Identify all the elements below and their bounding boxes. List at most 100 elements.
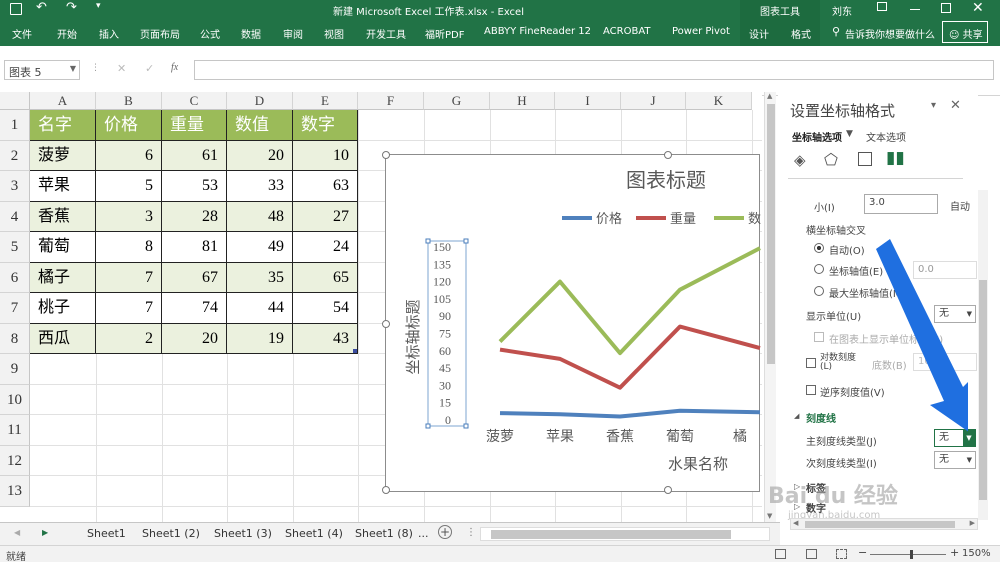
close-icon[interactable]: ✕ <box>972 0 984 16</box>
excel-save-icon[interactable] <box>10 3 22 15</box>
scroll-right-icon[interactable]: ▶ <box>970 519 975 527</box>
zoom-thumb[interactable] <box>910 550 913 559</box>
table-cell[interactable]: 24 <box>293 232 358 263</box>
tab-view[interactable]: 视图 <box>324 26 344 41</box>
tab-home[interactable]: 开始 <box>57 26 77 41</box>
formula-input[interactable] <box>194 60 994 80</box>
tab-abbyy[interactable]: ABBYY FineReader 12 <box>484 26 591 37</box>
zoom-in-icon[interactable]: + <box>950 546 959 559</box>
size-properties-icon[interactable] <box>858 152 872 166</box>
zoom-level[interactable]: 150% <box>962 548 991 559</box>
scroll-thumb[interactable] <box>491 530 731 539</box>
tab-power-pivot[interactable]: Power Pivot <box>672 26 730 37</box>
table-cell[interactable]: 桃子 <box>30 293 96 324</box>
table-cell[interactable]: 28 <box>162 202 227 232</box>
tab-text-options[interactable]: 文本选项 <box>866 129 906 144</box>
tab-axis-options[interactable]: 坐标轴选项 <box>792 129 842 144</box>
table-cell[interactable]: 西瓜 <box>30 324 96 354</box>
table-cell[interactable]: 53 <box>162 171 227 202</box>
table-cell[interactable]: 20 <box>227 141 293 171</box>
scroll-thumb[interactable] <box>767 104 775 364</box>
table-cell[interactable]: 67 <box>162 263 227 293</box>
table-cell[interactable]: 20 <box>162 324 227 354</box>
chart-resize-handle[interactable] <box>382 320 390 328</box>
table-cell[interactable]: 43 <box>293 324 358 354</box>
table-cell[interactable]: 81 <box>162 232 227 263</box>
tab-insert[interactable]: 插入 <box>99 26 119 41</box>
zoom-out-icon[interactable]: − <box>858 546 867 559</box>
table-header-cell[interactable]: 数值 <box>227 110 293 141</box>
table-resize-handle[interactable] <box>353 349 357 353</box>
more-sheets[interactable]: ... <box>418 527 429 540</box>
table-cell[interactable]: 8 <box>96 232 162 263</box>
share-button[interactable]: ☺ 共享 <box>942 21 988 43</box>
normal-view-icon[interactable] <box>775 549 786 559</box>
show-unit-checkbox[interactable] <box>814 332 824 342</box>
table-cell[interactable]: 2 <box>96 324 162 354</box>
chart-resize-handle[interactable] <box>664 151 672 159</box>
name-box[interactable]: 图表 5 ▼ <box>4 60 80 80</box>
scroll-thumb[interactable] <box>979 280 987 500</box>
table-header-cell[interactable]: 数字 <box>293 110 358 141</box>
sheet-tab[interactable]: Sheet1 (3) <box>214 527 272 540</box>
undo-icon[interactable]: ↶ <box>36 0 47 15</box>
table-cell[interactable]: 7 <box>96 263 162 293</box>
table-cell[interactable]: 3 <box>96 202 162 232</box>
tell-me-box[interactable]: 告诉我你想要做什么 <box>845 26 935 41</box>
user-name[interactable]: 刘东 <box>832 3 852 18</box>
scroll-thumb[interactable] <box>805 521 955 528</box>
log-scale-checkbox[interactable] <box>806 358 816 368</box>
table-cell[interactable]: 33 <box>227 171 293 202</box>
maximize-icon[interactable] <box>941 3 951 13</box>
enter-icon[interactable]: ✓ <box>145 62 154 75</box>
sheet-tab[interactable]: Sheet1 (2) <box>142 527 200 540</box>
radio-axis-value[interactable] <box>814 264 824 274</box>
insert-function-icon[interactable]: fx <box>171 62 178 73</box>
tab-review[interactable]: 审阅 <box>283 26 303 41</box>
table-cell[interactable]: 35 <box>227 263 293 293</box>
ribbon-display-icon[interactable] <box>877 2 887 11</box>
table-cell[interactable]: 葡萄 <box>30 232 96 263</box>
chevron-down-icon[interactable]: ▼ <box>70 64 76 73</box>
table-cell[interactable]: 54 <box>293 293 358 324</box>
chevron-down-icon[interactable]: ▼ <box>846 129 853 139</box>
table-cell[interactable]: 74 <box>162 293 227 324</box>
table-header-cell[interactable]: 价格 <box>96 110 162 141</box>
tab-developer[interactable]: 开发工具 <box>366 26 406 41</box>
table-cell[interactable]: 61 <box>162 141 227 171</box>
table-cell[interactable]: 48 <box>227 202 293 232</box>
table-cell[interactable]: 5 <box>96 171 162 202</box>
tab-foxit-pdf[interactable]: 福昕PDF <box>425 26 464 41</box>
tab-data[interactable]: 数据 <box>241 26 261 41</box>
horizontal-scrollbar[interactable] <box>480 527 770 541</box>
tab-acrobat[interactable]: ACROBAT <box>603 26 651 37</box>
next-sheet-icon[interactable]: ▶ <box>42 528 48 537</box>
tab-format[interactable]: 格式 <box>791 26 811 41</box>
pane-hscroll[interactable]: ◀ ▶ <box>790 518 978 530</box>
page-layout-view-icon[interactable] <box>806 549 817 559</box>
minimize-icon[interactable] <box>910 9 920 10</box>
chart-object[interactable]: 图表标题 坐标轴标题 水果名称 价格 重量数 150 135 120 105 90 75 60… <box>382 151 761 494</box>
chart-resize-handle[interactable] <box>382 151 390 159</box>
chart-resize-handle[interactable] <box>664 486 672 494</box>
scroll-up-icon[interactable]: ▲ <box>767 92 772 100</box>
tab-page-layout[interactable]: 页面布局 <box>140 26 180 41</box>
table-cell[interactable]: 44 <box>227 293 293 324</box>
table-cell[interactable]: 菠萝 <box>30 141 96 171</box>
effects-icon[interactable]: ⬠ <box>824 150 838 169</box>
ticks-heading[interactable]: 刻度线 <box>806 410 836 425</box>
tab-design[interactable]: 设计 <box>749 26 769 41</box>
minor-tick-select[interactable]: 无 ▼ <box>934 451 976 469</box>
cancel-icon[interactable]: ✕ <box>117 62 126 75</box>
sheet-tab[interactable]: Sheet1 <box>87 527 126 540</box>
table-header-cell[interactable]: 重量 <box>162 110 227 141</box>
min-value-input[interactable]: 3.0 <box>864 194 938 214</box>
zoom-slider[interactable] <box>870 550 946 559</box>
sheet-tab[interactable]: Sheet1 (4) <box>285 527 343 540</box>
tab-file[interactable]: 文件 <box>12 26 32 41</box>
page-break-view-icon[interactable] <box>836 549 847 559</box>
table-cell[interactable]: 49 <box>227 232 293 263</box>
radio-auto[interactable] <box>814 243 824 253</box>
table-cell[interactable]: 10 <box>293 141 358 171</box>
min-auto-button[interactable]: 自动 <box>950 198 970 213</box>
